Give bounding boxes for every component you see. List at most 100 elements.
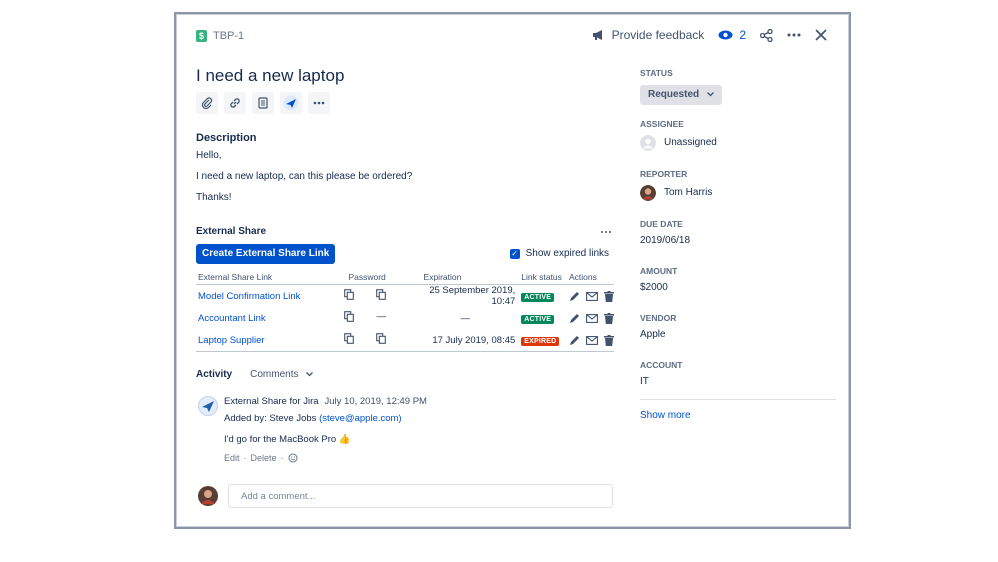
more-icon[interactable] — [787, 33, 801, 37]
activity-filter-dropdown[interactable]: Comments — [250, 369, 314, 380]
email-icon[interactable] — [586, 335, 598, 345]
comment-added-by: Added by: Steve Jobs (steve@apple.com) — [224, 413, 402, 424]
current-user-avatar — [198, 486, 218, 506]
status-badge: ACTIVE — [521, 292, 555, 302]
amount-value[interactable]: $2000 — [640, 282, 836, 293]
comment-body: I'd go for the MacBook Pro 👍 — [224, 434, 351, 445]
comment-timestamp[interactable]: July 10, 2019, 12:49 PM — [325, 396, 427, 407]
assignee-field: ASSIGNEE Unassigned — [640, 119, 836, 151]
copy-password-icon[interactable] — [376, 333, 387, 344]
attach-button[interactable] — [196, 92, 218, 114]
account-label: ACCOUNT — [640, 359, 683, 370]
due-date-value[interactable]: 2019/06/18 — [640, 235, 836, 246]
chevron-down-icon — [707, 92, 715, 97]
activity-filter-label: Comments — [250, 369, 299, 380]
copy-link-icon[interactable] — [344, 333, 355, 344]
modal-toolbar: Provide feedback 2 — [592, 28, 827, 42]
col-link-status: Link status — [519, 270, 567, 285]
share-link-name[interactable]: Laptop Supplier — [198, 335, 265, 346]
provide-feedback-label: Provide feedback — [611, 28, 705, 42]
vendor-field: VENDOR Apple — [640, 313, 836, 340]
status-badge: EXPIRED — [521, 336, 560, 346]
vendor-label: VENDOR — [640, 312, 677, 323]
service-request-icon: $ — [196, 30, 207, 42]
comment-text: I'd go for the MacBook Pro — [224, 434, 337, 445]
child-page-button[interactable] — [252, 92, 274, 114]
external-share-more-icon[interactable] — [600, 230, 612, 234]
account-field: ACCOUNT IT — [640, 360, 836, 387]
status-badge: ACTIVE — [521, 314, 555, 324]
description-line-1[interactable]: Hello, — [196, 150, 222, 161]
comment-actions: Edit · Delete · — [224, 453, 298, 463]
close-icon[interactable] — [815, 29, 827, 41]
reporter-value: Tom Harris — [664, 187, 713, 198]
more-actions-button[interactable] — [308, 92, 330, 114]
issue-tool-row — [196, 92, 330, 114]
chevron-down-icon — [306, 372, 314, 377]
more-icon — [313, 101, 325, 105]
show-expired-links-toggle[interactable]: ✓ Show expired links — [509, 248, 609, 259]
assignee-value-row[interactable]: Unassigned — [640, 134, 836, 151]
copy-link-icon[interactable] — [344, 311, 355, 322]
watchers-button[interactable]: 2 — [718, 28, 746, 42]
added-by-label: Added by: Steve Jobs — [224, 413, 317, 424]
watch-count: 2 — [739, 28, 746, 42]
issue-sidebar: STATUS Requested ASSIGNEE Unassigned REP… — [640, 68, 836, 421]
due-date-label: DUE DATE — [640, 218, 683, 229]
pencil-icon[interactable] — [569, 291, 580, 302]
trash-icon[interactable] — [604, 334, 614, 346]
add-comment-input[interactable]: Add a comment... — [228, 484, 613, 508]
share-link-name[interactable]: Accountant Link — [198, 313, 266, 324]
external-share-app-button[interactable] — [280, 92, 302, 114]
issue-modal: $ TBP-1 Provide feedback 2 I need a new … — [174, 12, 851, 529]
share-icon[interactable] — [760, 28, 773, 42]
external-share-heading: External Share — [196, 226, 267, 237]
comment-author[interactable]: External Share for Jira — [224, 396, 319, 407]
external-share-app-avatar — [198, 396, 218, 416]
pencil-icon[interactable] — [569, 313, 580, 324]
email-icon[interactable] — [586, 313, 598, 323]
provide-feedback-button[interactable]: Provide feedback — [592, 28, 705, 42]
description-line-3[interactable]: Thanks! — [196, 192, 232, 203]
col-expiration: Expiration — [409, 270, 520, 285]
comment-delete-link[interactable]: Delete — [251, 453, 277, 463]
add-reaction-icon[interactable] — [288, 453, 298, 463]
status-label: STATUS — [640, 68, 673, 78]
email-icon[interactable] — [586, 291, 598, 301]
expiration-value: — — [460, 312, 471, 324]
amount-label: AMOUNT — [640, 265, 678, 276]
issue-title[interactable]: I need a new laptop — [196, 66, 344, 86]
show-expired-links-label: Show expired links — [525, 248, 609, 259]
table-header-row: External Share Link Password Expiration … — [196, 270, 614, 285]
status-value: Requested — [648, 89, 700, 100]
issue-key[interactable]: $ TBP-1 — [196, 30, 244, 42]
copy-password-icon[interactable] — [376, 289, 387, 300]
thumbs-up-emoji: 👍 — [338, 434, 351, 445]
comment-edit-link[interactable]: Edit — [224, 453, 240, 463]
added-by-email-link[interactable]: (steve@apple.com) — [319, 413, 402, 424]
sidebar-divider — [640, 398, 836, 400]
reporter-value-row[interactable]: Tom Harris — [640, 184, 836, 201]
status-dropdown[interactable]: Requested — [640, 84, 723, 105]
pencil-icon[interactable] — [569, 335, 580, 346]
share-link-name[interactable]: Model Confirmation Link — [198, 291, 300, 302]
link-issue-button[interactable] — [224, 92, 246, 114]
trash-icon[interactable] — [604, 312, 614, 324]
vendor-value[interactable]: Apple — [640, 329, 836, 340]
trash-icon[interactable] — [604, 290, 614, 302]
reporter-field: REPORTER Tom Harris — [640, 169, 836, 201]
checkbox-checked-icon[interactable]: ✓ — [509, 248, 520, 259]
description-line-2[interactable]: I need a new laptop, can this please be … — [196, 171, 412, 182]
assignee-label: ASSIGNEE — [640, 118, 684, 129]
status-field: STATUS Requested — [640, 68, 836, 105]
col-password: Password — [342, 270, 410, 285]
comment-header: External Share for Jira July 10, 2019, 1… — [224, 396, 427, 407]
assignee-value: Unassigned — [664, 137, 717, 148]
create-external-share-link-button[interactable]: Create External Share Link — [196, 244, 336, 264]
show-more-link[interactable]: Show more — [640, 410, 836, 421]
table-row: Model Confirmation Link 25 September 201… — [196, 285, 614, 307]
page-icon — [258, 97, 268, 109]
copy-link-icon[interactable] — [344, 289, 355, 300]
account-value[interactable]: IT — [640, 376, 836, 387]
activity-header: Activity Comments — [196, 369, 314, 380]
